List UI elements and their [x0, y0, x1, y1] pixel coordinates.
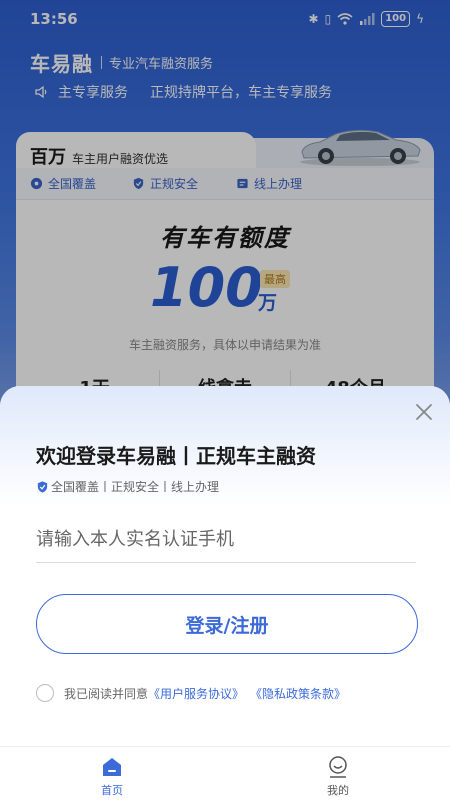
user-icon — [329, 756, 347, 778]
shield-check-icon — [37, 480, 48, 493]
phone-input[interactable] — [36, 517, 416, 563]
agree-radio[interactable] — [36, 684, 54, 702]
agreement-row: 我已阅读并同意 《用户服务协议》 《隐私政策条款》 — [36, 684, 346, 702]
tab-home-label: 首页 — [101, 784, 123, 797]
tab-bar: 首页 我的 — [0, 746, 450, 800]
privacy-policy-link[interactable]: 《隐私政策条款》 — [250, 685, 346, 702]
agree-text: 我已阅读并同意 — [64, 686, 149, 701]
tab-mine[interactable]: 我的 — [298, 755, 378, 798]
sheet-subtitle: 全国覆盖丨正规安全丨线上办理 — [36, 478, 219, 495]
tab-home[interactable]: 首页 — [72, 755, 152, 798]
home-icon — [103, 758, 121, 776]
user-agreement-link[interactable]: 《用户服务协议》 — [148, 685, 244, 702]
sheet-subtitle-text: 全国覆盖丨正规安全丨线上办理 — [51, 480, 220, 494]
close-icon[interactable] — [410, 398, 438, 426]
tab-mine-label: 我的 — [327, 784, 349, 797]
sheet-title: 欢迎登录车易融丨正规车主融资 — [36, 444, 316, 468]
login-register-button[interactable]: 登录/注册 — [36, 594, 418, 654]
